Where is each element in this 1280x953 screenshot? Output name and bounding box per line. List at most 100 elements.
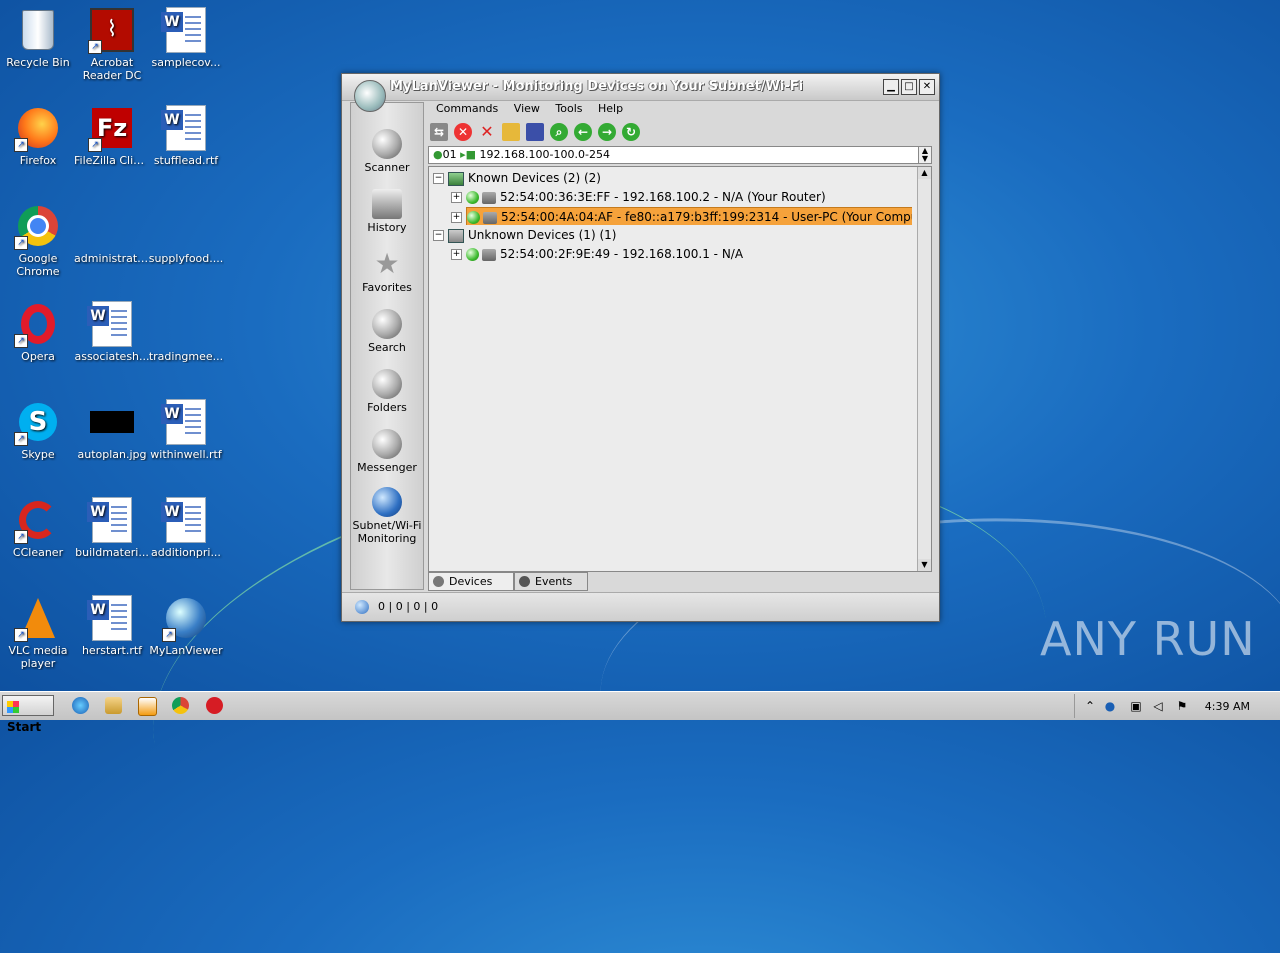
sidebar-item-scanner[interactable]: Scanner: [351, 129, 423, 174]
scanner-icon: [372, 129, 402, 159]
image-file-icon: [90, 400, 134, 444]
menu-view[interactable]: View: [508, 101, 546, 116]
opera-icon: ↗: [14, 302, 60, 348]
media-player-icon[interactable]: [138, 697, 157, 716]
desktop-icon-label: additionpri...: [151, 546, 221, 559]
scroll-up-icon[interactable]: ▲: [918, 167, 931, 179]
tab-devices[interactable]: Devices: [428, 572, 514, 591]
network-icon[interactable]: ▣: [1129, 699, 1143, 713]
group-folder-icon: [448, 171, 464, 186]
refresh-icon[interactable]: ↻: [622, 123, 640, 141]
app-logo-icon: [354, 80, 386, 112]
forward-arrow-icon[interactable]: →: [598, 123, 616, 141]
tray-expand-icon[interactable]: ⌃: [1083, 699, 1097, 713]
sidebar-item-messenger[interactable]: Messenger: [351, 429, 423, 474]
desktop-icon-chrome[interactable]: ↗ Google Chrome: [0, 204, 76, 278]
sidebar-item-search[interactable]: Search: [351, 309, 423, 354]
desktop-icon-label: stufflead.rtf: [153, 154, 219, 167]
subnet-combo-value: ●01 ▸■ 192.168.100-100.0-254: [433, 147, 610, 163]
sidebar-item-label: Messenger: [357, 461, 417, 474]
tree-device-row[interactable]: +52:54:00:36:3E:FF - 192.168.100.2 - N/A…: [451, 188, 826, 206]
internet-explorer-icon[interactable]: [72, 697, 89, 714]
tab-label: Events: [535, 575, 573, 588]
desktop-icon-additionpri[interactable]: W additionpri...: [148, 497, 224, 559]
desktop-icon-supplyfood[interactable]: supplyfood....: [148, 204, 224, 265]
open-folder-icon[interactable]: [502, 123, 520, 141]
expand-icon[interactable]: +: [451, 192, 462, 203]
opera-taskbar-icon[interactable]: [206, 697, 223, 714]
desktop-icon-opera[interactable]: ↗ Opera: [0, 302, 76, 363]
sidebar-item-label: Search: [368, 341, 406, 354]
subnet-combo[interactable]: ●01 ▸■ 192.168.100-100.0-254 ▲ ▼: [428, 146, 932, 164]
status-bar: 0 | 0 | 0 | 0: [342, 592, 939, 621]
collapse-icon[interactable]: −: [433, 173, 444, 184]
sidebar-item-label: Subnet/Wi-Fi Monitoring: [352, 519, 422, 545]
chrome-taskbar-icon[interactable]: [172, 697, 189, 714]
subnet-prefix: 01: [442, 148, 457, 161]
maximize-icon[interactable]: □: [901, 79, 917, 95]
sidebar-item-label: Scanner: [364, 161, 410, 174]
desktop-icon-tradingmee[interactable]: tradingmee...: [148, 302, 224, 363]
word-document-icon: W: [161, 399, 208, 445]
mylanviewer-tray-icon[interactable]: ●: [1103, 699, 1117, 713]
collapse-icon[interactable]: −: [433, 230, 444, 241]
messenger-icon: [372, 429, 402, 459]
desktop-icon-associatesh[interactable]: W associatesh...: [74, 301, 150, 363]
desktop-icon-firefox[interactable]: ↗ Firefox: [0, 106, 76, 167]
tree-device-row-selected[interactable]: +52:54:00:4A:04:AF - fe80::a179:b3ff:199…: [451, 207, 912, 225]
minimize-icon[interactable]: ▁: [883, 79, 899, 95]
tree-device-row[interactable]: +52:54:00:2F:9E:49 - 192.168.100.1 - N/A: [451, 245, 743, 263]
desktop-icon-stufflead[interactable]: W stufflead.rtf: [148, 105, 224, 167]
desktop-icon-label: associatesh...: [74, 350, 150, 363]
back-arrow-icon[interactable]: ←: [574, 123, 592, 141]
delete-icon[interactable]: ✕: [478, 123, 496, 141]
spin-icon[interactable]: ▲ ▼: [918, 147, 931, 163]
tree-group-known[interactable]: − Known Devices (2) (2): [433, 169, 601, 187]
title-bar[interactable]: MyLanViewer - Monitoring Devices on Your…: [342, 74, 939, 101]
flag-icon[interactable]: ⚑: [1175, 699, 1189, 713]
menu-help[interactable]: Help: [592, 101, 629, 116]
desktop-icon-autoplan[interactable]: autoplan.jpg: [74, 400, 150, 461]
desktop-icon-ccleaner[interactable]: ↗ CCleaner: [0, 498, 76, 559]
start-button[interactable]: Start: [2, 695, 54, 734]
expand-icon[interactable]: +: [451, 249, 462, 260]
desktop-icon-mylanviewer[interactable]: ↗ MyLanViewer: [148, 596, 224, 657]
volume-icon[interactable]: ◁: [1151, 699, 1165, 713]
desktop-icon-label: Google Chrome: [16, 252, 60, 278]
tab-events[interactable]: Events: [514, 572, 588, 591]
desktop-icon-vlc[interactable]: ↗ VLC media player: [0, 596, 76, 670]
menu-tools[interactable]: Tools: [549, 101, 588, 116]
desktop-icon-herstart[interactable]: W herstart.rtf: [74, 595, 150, 657]
scan-icon[interactable]: ⇆: [430, 123, 448, 141]
sidebar-item-history[interactable]: History: [351, 189, 423, 234]
zoom-icon[interactable]: ⌕: [550, 123, 568, 141]
desktop-icon-skype[interactable]: S ↗ Skype: [0, 400, 76, 461]
sidebar-item-folders[interactable]: Folders: [351, 369, 423, 414]
desktop-icon-acrobat[interactable]: ⌇ ↗ Acrobat Reader DC: [74, 8, 150, 82]
sidebar-item-favorites[interactable]: ★ Favorites: [351, 247, 423, 295]
menu-commands[interactable]: Commands: [430, 101, 504, 116]
network-status-icon: [355, 600, 369, 614]
online-status-icon: [466, 191, 479, 204]
scroll-down-icon[interactable]: ▼: [918, 559, 931, 571]
clock[interactable]: 4:39 AM: [1205, 700, 1250, 713]
star-icon: ★: [374, 247, 400, 280]
desktop-icon-label: withinwell.rtf: [150, 448, 222, 461]
save-icon[interactable]: [526, 123, 544, 141]
desktop-icon-buildmateri[interactable]: W buildmateri...: [74, 497, 150, 559]
desktop-icon-samplecov[interactable]: W samplecov...: [148, 7, 224, 69]
explorer-folder-icon[interactable]: [105, 697, 122, 714]
sidebar-item-subnet-monitoring[interactable]: Subnet/Wi-Fi Monitoring: [351, 487, 423, 545]
vertical-scrollbar[interactable]: ▲ ▼: [917, 167, 931, 571]
skype-icon: S ↗: [14, 400, 60, 446]
status-counters: 0 | 0 | 0 | 0: [378, 600, 439, 613]
close-icon[interactable]: ✕: [919, 79, 935, 95]
desktop-icon-label: samplecov...: [151, 56, 221, 69]
desktop-icon-recycle-bin[interactable]: Recycle Bin: [0, 8, 76, 69]
tree-group-unknown[interactable]: − Unknown Devices (1) (1): [433, 226, 616, 244]
desktop-icon-withinwell[interactable]: W withinwell.rtf: [148, 399, 224, 461]
desktop-icon-filezilla[interactable]: Fz ↗ FileZilla Client: [74, 106, 150, 167]
expand-icon[interactable]: +: [451, 212, 462, 223]
stop-icon[interactable]: ✕: [454, 123, 472, 141]
desktop-icon-administrati[interactable]: administrati...: [74, 204, 150, 265]
